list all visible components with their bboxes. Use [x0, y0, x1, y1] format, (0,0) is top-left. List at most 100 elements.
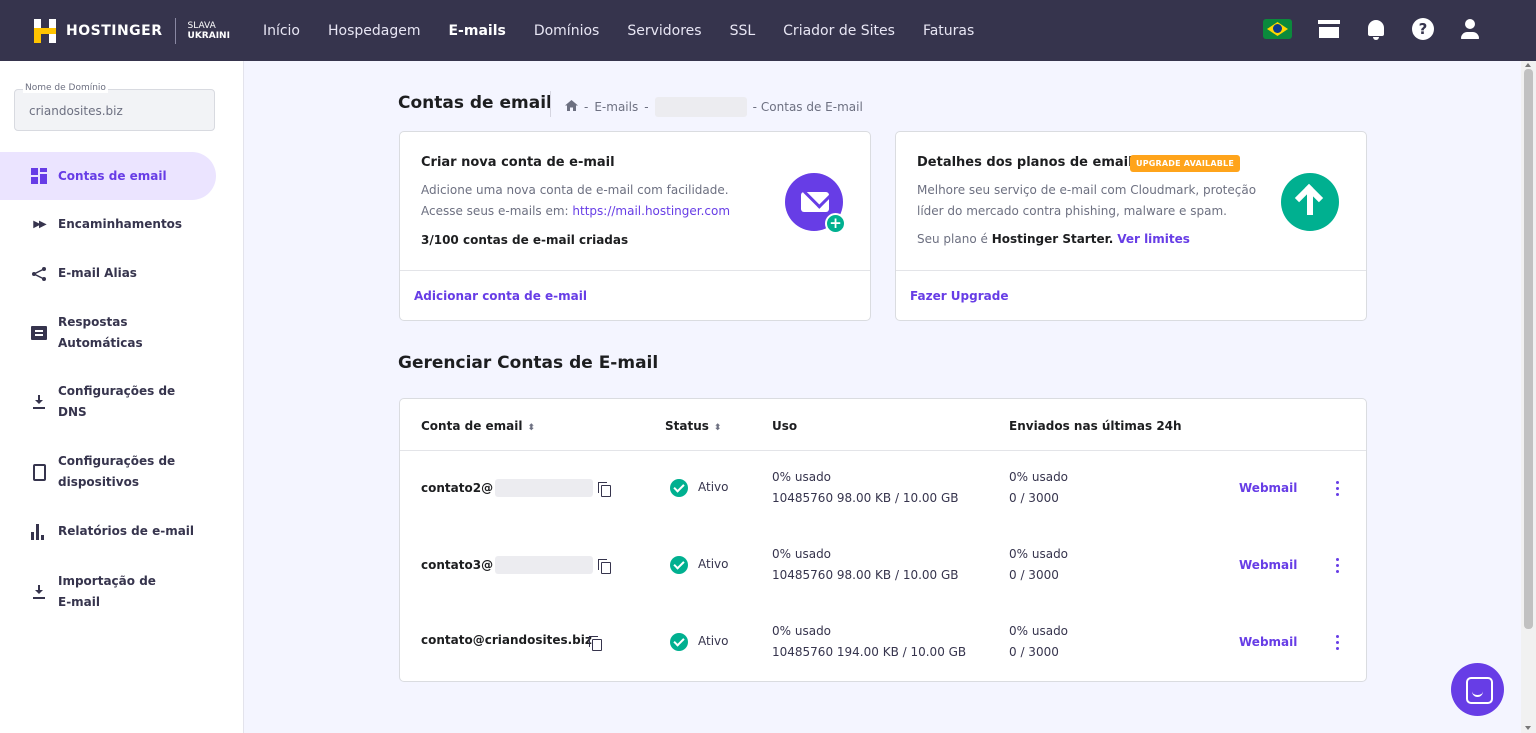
- sidebar-item-label: Configurações de DNS: [58, 384, 176, 419]
- breadcrumb: - E-mails - - Contas de E-mail: [565, 97, 863, 117]
- nav-inicio[interactable]: Início: [263, 23, 300, 39]
- brazil-flag-icon[interactable]: [1263, 19, 1292, 39]
- nav-emails[interactable]: E-mails: [448, 23, 505, 39]
- webmail-url-link[interactable]: https://mail.hostinger.com: [572, 204, 730, 218]
- scroll-down-icon[interactable]: [1525, 726, 1531, 730]
- table-row: contato@criandosites.biz Ativo 0% usado 1…: [400, 605, 1366, 681]
- sidebar-item-contas-de-email[interactable]: Contas de email: [0, 152, 216, 200]
- webmail-link[interactable]: Webmail: [1239, 558, 1297, 572]
- check-circle-icon: [670, 479, 688, 497]
- redacted-domain: [495, 556, 594, 574]
- more-options-icon[interactable]: [1336, 635, 1340, 651]
- brand-name: HOSTINGER: [66, 22, 163, 39]
- upgrade-arrow-icon: [1281, 173, 1339, 231]
- webmail-link[interactable]: Webmail: [1239, 481, 1297, 495]
- scrollbar-thumb[interactable]: [1524, 69, 1533, 629]
- sidebar-item-label: Encaminhamentos: [58, 217, 183, 231]
- account-email: contato@criandosites.biz: [421, 633, 592, 647]
- card-divider: [400, 270, 870, 271]
- check-circle-icon: [670, 633, 688, 651]
- help-icon[interactable]: ?: [1412, 18, 1434, 40]
- nav-criador-de-sites[interactable]: Criador de Sites: [783, 23, 895, 39]
- bell-icon[interactable]: [1366, 18, 1386, 40]
- sidebar-item-label: Respostas Automáticas: [58, 315, 143, 350]
- column-header-usage: Uso: [772, 419, 798, 433]
- create-email-card: Criar nova conta de e-mail Adicione uma …: [399, 131, 871, 321]
- breadcrumb-emails[interactable]: E-mails: [594, 100, 638, 114]
- status-text: Ativo: [698, 634, 729, 648]
- column-header-sent: Enviados nas últimas 24h: [1009, 419, 1182, 433]
- title-divider: [550, 91, 551, 117]
- card-description: Melhore seu serviço de e-mail com Cloudm…: [917, 183, 1257, 218]
- chat-icon: [30, 326, 48, 340]
- nav-hospedagem[interactable]: Hospedagem: [328, 23, 421, 39]
- sort-icon: ⬍: [527, 423, 536, 433]
- status-text: Ativo: [698, 480, 729, 494]
- nav-faturas[interactable]: Faturas: [923, 23, 974, 39]
- breadcrumb-separator: -: [752, 100, 757, 114]
- domain-field-value: criandosites.biz: [29, 104, 123, 118]
- table-row: contato2@ Ativo 0% usado 10485760 98.00 K…: [400, 451, 1366, 527]
- card-description: Adicione uma nova conta de e-mail com fa…: [421, 183, 731, 218]
- home-icon[interactable]: [565, 100, 578, 114]
- sidebar-item-respostas-automaticas[interactable]: Respostas Automáticas: [0, 312, 216, 354]
- share-icon: [30, 266, 48, 282]
- sidebar-item-label: Configurações de dispositivos: [58, 454, 176, 489]
- manage-accounts-title: Gerenciar Contas de E-mail: [398, 353, 659, 373]
- nav-ssl[interactable]: SSL: [730, 23, 756, 39]
- account-email: contato2@: [421, 479, 594, 497]
- grid-icon: [30, 168, 48, 184]
- status-text: Ativo: [698, 557, 729, 571]
- top-navbar: HOSTINGER SLAVA UKRAINI Início Hospedagem…: [0, 0, 1536, 61]
- hostinger-logo[interactable]: HOSTINGER SLAVA UKRAINI: [34, 17, 230, 44]
- nav-servidores[interactable]: Servidores: [627, 23, 701, 39]
- upgrade-link[interactable]: Fazer Upgrade: [910, 289, 1008, 303]
- sidebar-item-configuracoes-dispositivos[interactable]: Configurações de dispositivos: [0, 451, 216, 493]
- user-icon[interactable]: [1460, 18, 1480, 40]
- scroll-up-icon[interactable]: [1525, 63, 1531, 67]
- accounts-created-count: 3/100 contas de e-mail criadas: [421, 233, 629, 247]
- page-title: Contas de email: [398, 93, 552, 113]
- sidebar-item-label: Importação de E-mail: [58, 574, 156, 609]
- sidebar-item-relatorios[interactable]: Relatórios de e-mail: [0, 521, 216, 542]
- slava-ukraini-label: SLAVA UKRAINI: [187, 20, 230, 41]
- account-email: contato3@: [421, 556, 594, 574]
- card-divider: [896, 270, 1366, 271]
- store-icon[interactable]: [1318, 20, 1340, 38]
- card-title: Detalhes dos planos de email: [917, 155, 1133, 170]
- add-email-envelope-icon: +: [785, 173, 846, 234]
- breadcrumb-separator: -: [644, 100, 649, 114]
- download-icon: [30, 585, 48, 599]
- page-scrollbar[interactable]: [1521, 61, 1536, 733]
- column-header-status[interactable]: Status ⬍: [665, 419, 721, 433]
- live-chat-button[interactable]: [1451, 663, 1504, 716]
- hostinger-logo-icon: [34, 18, 56, 43]
- more-options-icon[interactable]: [1336, 481, 1340, 497]
- see-limits-link[interactable]: Ver limites: [1117, 232, 1190, 246]
- upgrade-available-badge: UPGRADE AVAILABLE: [1130, 155, 1240, 172]
- sidebar-item-encaminhamentos[interactable]: ▶▶ Encaminhamentos: [0, 214, 216, 235]
- copy-icon[interactable]: [598, 482, 611, 497]
- download-icon: [30, 395, 48, 409]
- sent-info: 0% usado 0 / 3000: [1009, 547, 1069, 582]
- column-header-account[interactable]: Conta de email ⬍: [421, 419, 535, 433]
- usage-info: 0% usado 10485760 98.00 KB / 10.00 GB: [772, 470, 959, 505]
- fast-forward-icon: ▶▶: [33, 219, 46, 230]
- bar-chart-icon: [30, 523, 48, 540]
- sidebar-item-importacao[interactable]: Importação de E-mail: [0, 571, 216, 613]
- copy-icon[interactable]: [598, 559, 611, 574]
- nav-dominios[interactable]: Domínios: [534, 23, 600, 39]
- webmail-link[interactable]: Webmail: [1239, 635, 1297, 649]
- sent-info: 0% usado 0 / 3000: [1009, 624, 1069, 659]
- breadcrumb-domain-redacted[interactable]: [654, 97, 747, 117]
- add-email-account-link[interactable]: Adicionar conta de e-mail: [414, 289, 587, 303]
- sidebar-item-configuracoes-dns[interactable]: Configurações de DNS: [0, 381, 216, 423]
- table-row: contato3@ Ativo 0% usado 10485760 98.00 K…: [400, 528, 1366, 604]
- sidebar-item-email-alias[interactable]: E-mail Alias: [0, 263, 216, 284]
- sidebar-item-label: Contas de email: [58, 168, 167, 183]
- copy-icon[interactable]: [589, 636, 602, 651]
- more-options-icon[interactable]: [1336, 558, 1340, 574]
- domain-field-label: Nome de Domínio: [23, 83, 108, 93]
- card-title: Criar nova conta de e-mail: [421, 155, 615, 170]
- domain-select[interactable]: Nome de Domínio criandosites.biz: [14, 83, 215, 131]
